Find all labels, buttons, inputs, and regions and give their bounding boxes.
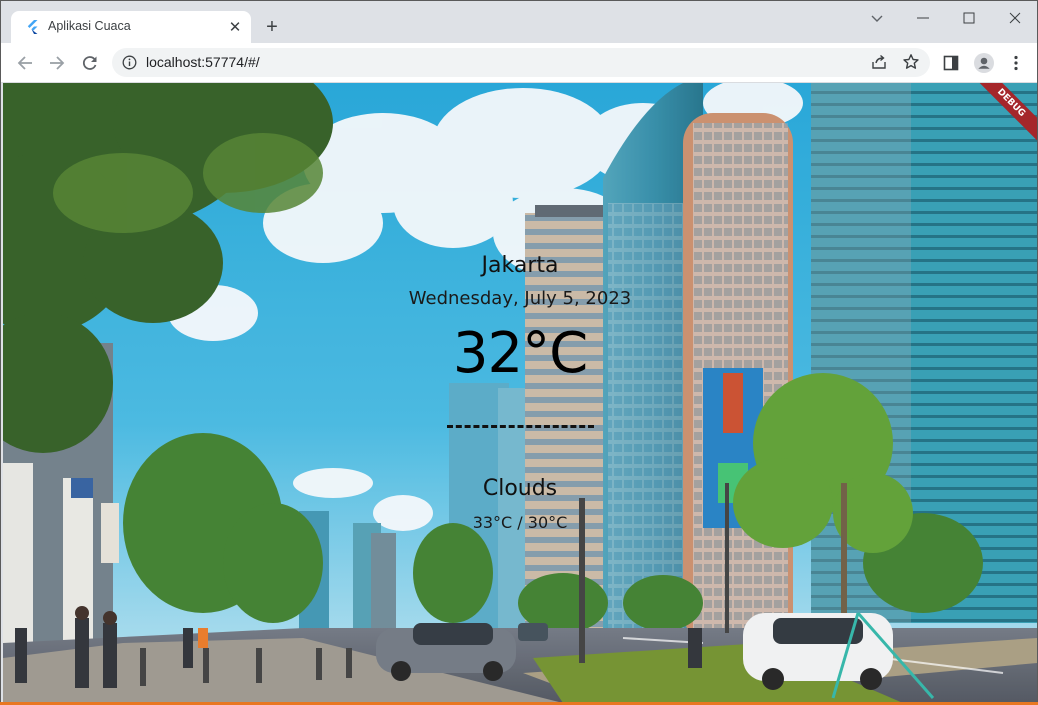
browser-tab[interactable]: Aplikasi Cuaca ✕ <box>11 11 251 43</box>
new-tab-button[interactable]: + <box>262 17 282 37</box>
current-date: Wednesday, July 5, 2023 <box>408 288 632 309</box>
tab-title: Aplikasi Cuaca <box>48 19 131 33</box>
flutter-logo-icon <box>27 20 38 34</box>
weather-condition: Clouds <box>482 476 558 501</box>
browser-menu-icon[interactable] <box>1007 54 1025 72</box>
weather-panel: Jakarta Wednesday, July 5, 2023 32°C Clo… <box>3 83 1037 703</box>
share-icon[interactable] <box>870 53 888 71</box>
city-name: Jakarta <box>481 253 559 278</box>
reload-icon[interactable] <box>80 53 100 73</box>
side-panel-icon[interactable] <box>942 54 960 72</box>
page-viewport: Jakarta Wednesday, July 5, 2023 32°C Clo… <box>3 83 1037 703</box>
profile-avatar-icon[interactable] <box>974 53 994 73</box>
temperature-range: 33°C / 30°C <box>472 513 568 532</box>
address-bar[interactable]: localhost:57774/#/ <box>112 48 930 77</box>
dashed-divider <box>447 425 594 428</box>
current-temperature: 32°C <box>452 321 588 386</box>
browser-toolbar: localhost:57774/#/ <box>1 43 1037 83</box>
tab-strip: Aplikasi Cuaca ✕ + <box>1 1 1037 43</box>
tab-search-chevron-icon[interactable] <box>867 8 887 28</box>
bookmark-star-icon[interactable] <box>902 53 920 71</box>
forward-arrow-icon[interactable] <box>47 53 67 73</box>
url-text: localhost:57774/#/ <box>146 54 260 70</box>
close-window-icon[interactable] <box>1005 8 1025 28</box>
maximize-icon[interactable] <box>959 8 979 28</box>
tab-close-icon[interactable]: ✕ <box>227 19 243 35</box>
site-info-icon[interactable] <box>122 55 137 70</box>
back-arrow-icon[interactable] <box>15 53 35 73</box>
minimize-icon[interactable] <box>913 8 933 28</box>
browser-window: Aplikasi Cuaca ✕ + localhost:57774/#/ Ja… <box>0 0 1038 705</box>
